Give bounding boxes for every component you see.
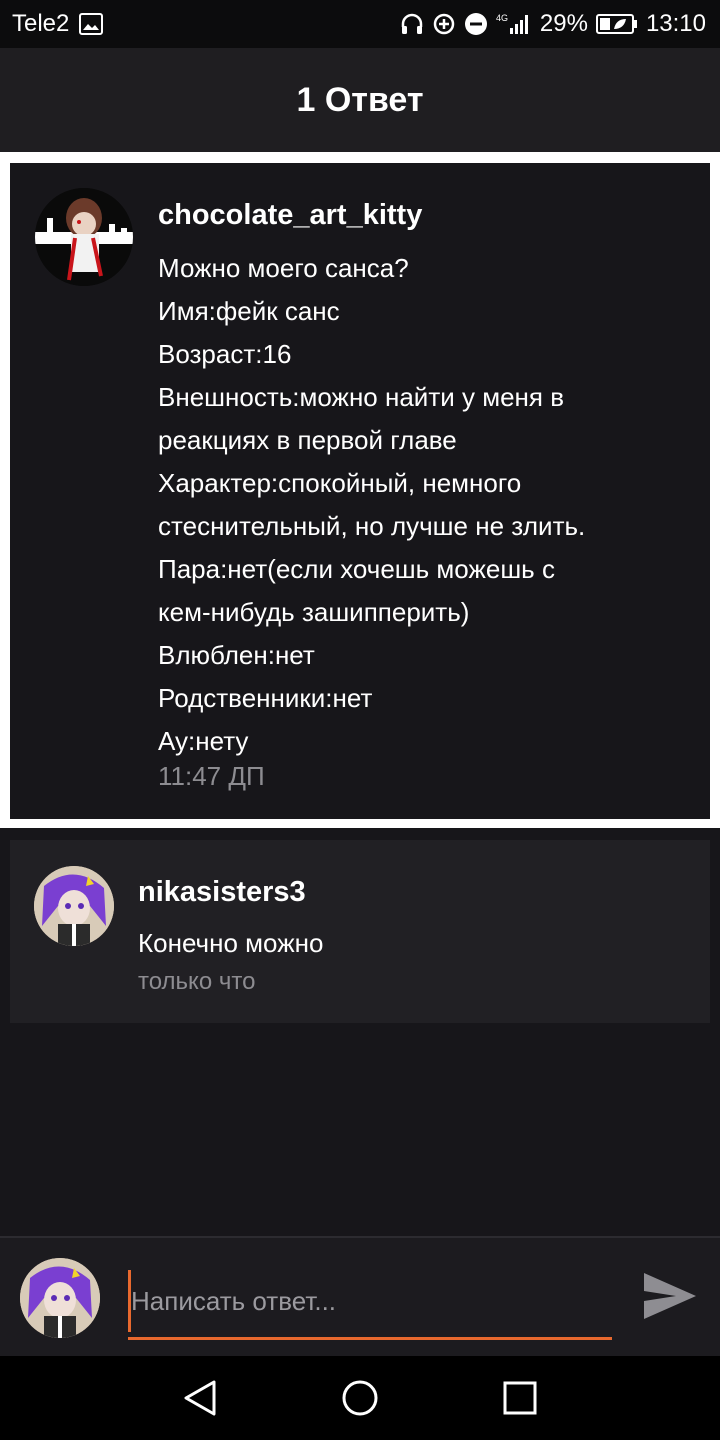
reply-text: Конечно можно: [138, 928, 324, 958]
comment-line: Пара:нет(если хочешь можешь с: [158, 554, 555, 584]
back-icon: [184, 1380, 216, 1416]
headphones-icon: [400, 13, 424, 35]
comment-timestamp: 11:47 ДП: [158, 761, 265, 791]
comment-line: Влюблен:нет: [158, 640, 315, 670]
home-icon: [342, 1380, 378, 1416]
original-comment: chocolate_art_kitty Можно моего санса? И…: [10, 163, 710, 819]
network-label: 4G: [496, 13, 508, 23]
image-icon: [79, 13, 104, 35]
comment-line: реакциях в первой главе: [158, 425, 457, 455]
send-icon: [644, 1273, 696, 1319]
comment-line: Ау:нету: [158, 726, 249, 756]
avatar[interactable]: [35, 188, 133, 286]
comment-line: Внешность:можно найти у меня в: [158, 382, 565, 412]
reply-input[interactable]: [128, 1270, 612, 1332]
home-button[interactable]: [330, 1368, 390, 1428]
battery-percent: 29%: [539, 10, 588, 37]
comment-body: Можно моего санса? Имя:фейк санс Возраст…: [158, 247, 678, 763]
page-title: 1 Ответ: [296, 80, 424, 119]
reply-timestamp: только что: [138, 968, 256, 995]
recents-button[interactable]: [490, 1368, 550, 1428]
reply-comment[interactable]: nikasisters3 Конечно можно только что: [10, 840, 710, 1023]
reply-input-wrapper: [128, 1270, 612, 1340]
reply-author[interactable]: nikasisters3: [138, 876, 306, 909]
avatar: [20, 1258, 100, 1338]
app-header: 1 Ответ: [0, 48, 720, 152]
battery-icon: [595, 13, 638, 35]
recents-icon: [503, 1381, 537, 1415]
clock: 13:10: [645, 10, 706, 37]
comment-author[interactable]: chocolate_art_kitty: [158, 199, 422, 232]
comment-line: кем-нибудь зашипперить): [158, 597, 470, 627]
avatar[interactable]: [34, 866, 114, 946]
signal-icon: 4G: [496, 12, 532, 36]
comment-line: Родственники:нет: [158, 683, 373, 713]
status-bar: Tele2 4G 29% 13:10: [0, 0, 720, 48]
comment-line: Возраст:16: [158, 339, 292, 369]
data-saver-icon: [432, 12, 456, 36]
system-nav-bar: [0, 1356, 720, 1440]
do-not-disturb-icon: [464, 12, 488, 36]
comment-line: Характер:спокойный, немного: [158, 468, 522, 498]
send-button[interactable]: [640, 1266, 700, 1326]
back-button[interactable]: [170, 1368, 230, 1428]
comment-line: стеснительный, но лучше не злить.: [158, 511, 586, 541]
carrier-label: Tele2: [12, 10, 70, 37]
comment-line: Имя:фейк санс: [158, 296, 340, 326]
compose-bar: [0, 1236, 720, 1356]
comment-line: Можно моего санса?: [158, 253, 409, 283]
